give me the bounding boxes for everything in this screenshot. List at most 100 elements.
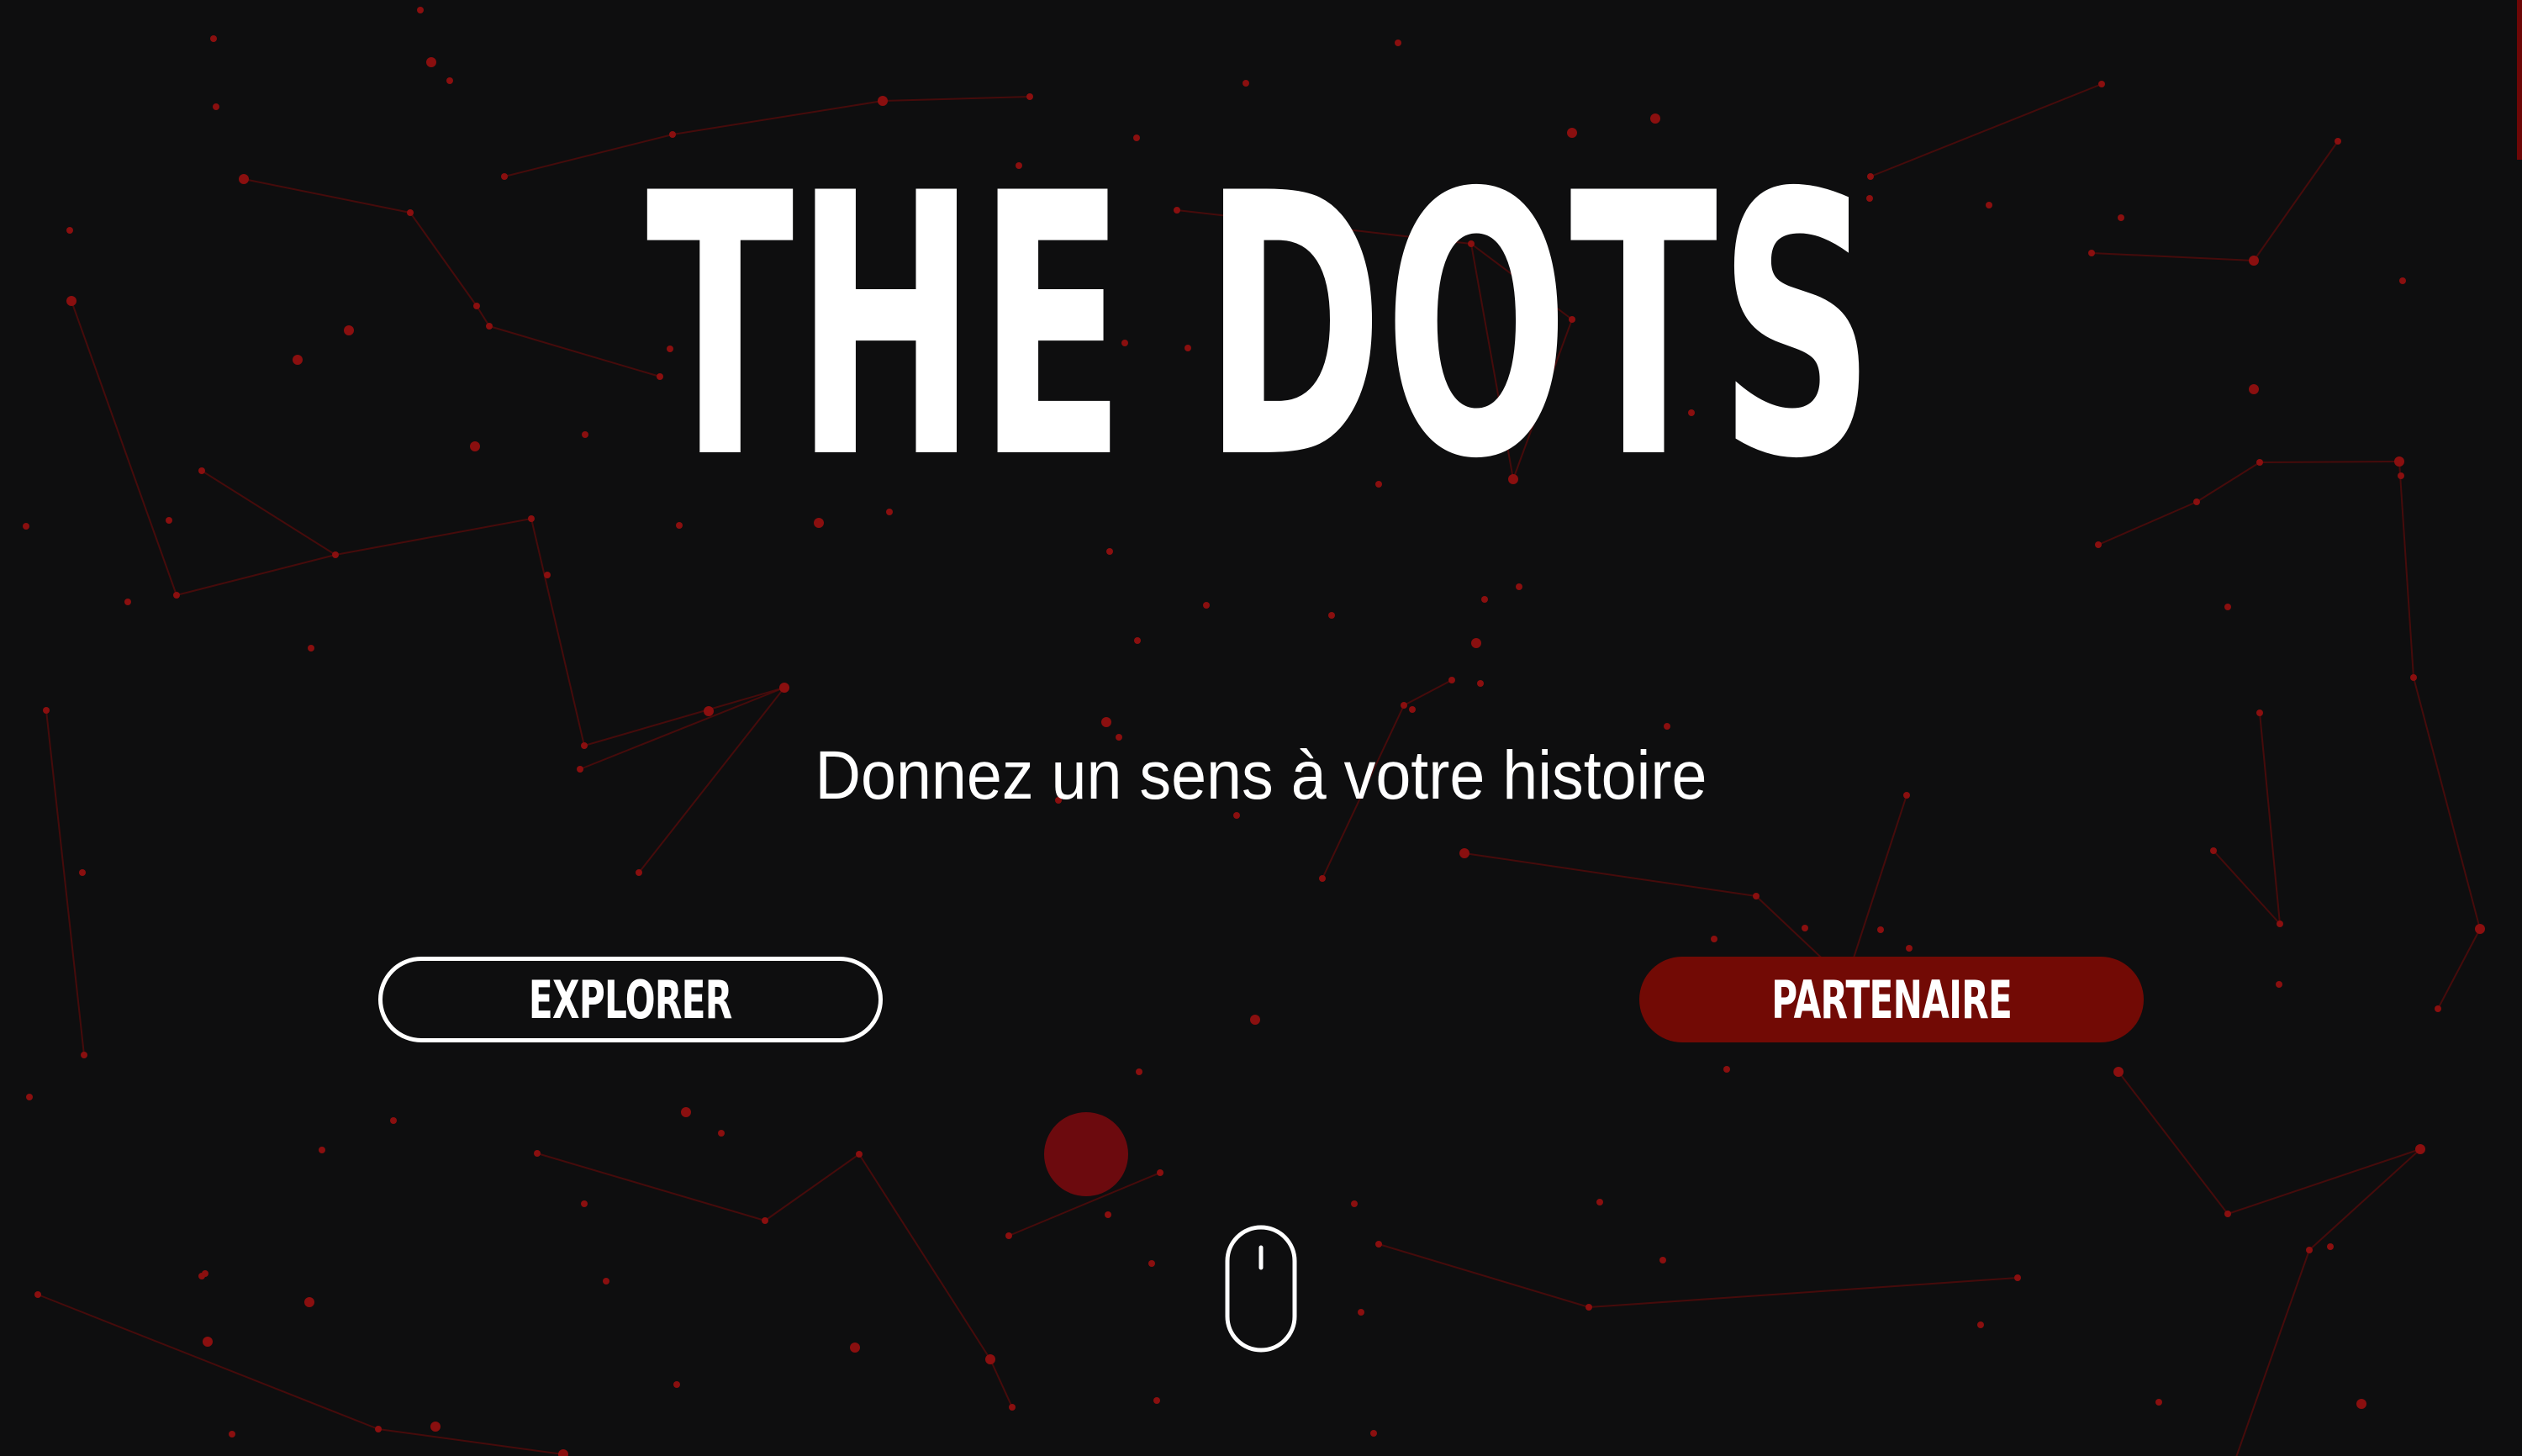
network-dot bbox=[1203, 602, 1210, 609]
network-dot bbox=[26, 1094, 33, 1100]
network-dot bbox=[2210, 847, 2217, 854]
network-dot bbox=[1802, 925, 1808, 931]
network-dot bbox=[1711, 936, 1717, 942]
network-dot bbox=[203, 1337, 213, 1347]
network-dot bbox=[2224, 1211, 2231, 1217]
network-dot bbox=[1516, 583, 1522, 590]
page-title: THE DOTS bbox=[646, 118, 1876, 538]
network-link bbox=[2253, 140, 2339, 261]
network-dot bbox=[544, 572, 551, 578]
network-dot bbox=[173, 592, 180, 599]
network-dot bbox=[2435, 1005, 2441, 1012]
network-link bbox=[2308, 1148, 2421, 1251]
network-dot bbox=[417, 7, 424, 13]
network-link bbox=[989, 1358, 1013, 1408]
network-dot bbox=[2256, 710, 2263, 716]
network-dot bbox=[1877, 926, 1884, 933]
network-dot bbox=[856, 1151, 863, 1158]
network-dot bbox=[23, 523, 29, 530]
partner-button[interactable]: PARTENAIRE bbox=[1639, 957, 2144, 1042]
network-dot bbox=[1105, 1211, 1111, 1218]
network-dot bbox=[1977, 1321, 1984, 1328]
cursor-follower-dot bbox=[1044, 1112, 1128, 1196]
network-link bbox=[377, 1428, 564, 1455]
network-dot bbox=[1375, 1241, 1382, 1248]
network-link bbox=[476, 305, 490, 327]
network-dot bbox=[558, 1449, 568, 1456]
network-dot bbox=[1106, 548, 1113, 555]
network-dot bbox=[2394, 456, 2404, 467]
network-dot bbox=[1596, 1199, 1603, 1205]
mouse-scroll-icon[interactable] bbox=[1224, 1224, 1298, 1353]
network-dot bbox=[79, 869, 86, 876]
network-dot bbox=[1659, 1257, 1666, 1263]
network-dot bbox=[2306, 1247, 2313, 1253]
network-dot bbox=[304, 1297, 314, 1307]
network-dot bbox=[2014, 1274, 2021, 1281]
network-dot bbox=[1005, 1232, 1012, 1239]
network-dot bbox=[1753, 893, 1760, 899]
network-dot bbox=[2155, 1399, 2162, 1406]
tagline: Donnez un sens à votre histoire bbox=[815, 737, 1707, 814]
network-link bbox=[409, 212, 477, 307]
network-dot bbox=[1477, 680, 1484, 687]
network-link bbox=[2437, 928, 2481, 1010]
network-dot bbox=[581, 1200, 588, 1207]
network-link bbox=[243, 178, 411, 214]
network-dot bbox=[1409, 706, 1416, 713]
network-dot bbox=[1243, 80, 1249, 87]
network-dot bbox=[1136, 1068, 1142, 1075]
network-dot bbox=[2113, 1067, 2124, 1077]
network-dot bbox=[229, 1431, 235, 1438]
network-dot bbox=[198, 1273, 205, 1279]
network-dot bbox=[1328, 612, 1335, 619]
network-link bbox=[2118, 1071, 2229, 1215]
network-dot bbox=[473, 303, 480, 309]
network-dot bbox=[66, 227, 73, 234]
network-dot bbox=[1459, 848, 1469, 858]
network-dot bbox=[762, 1217, 768, 1224]
network-dot bbox=[673, 1381, 680, 1388]
network-link bbox=[2213, 850, 2281, 925]
network-link bbox=[176, 554, 336, 596]
network-dot bbox=[1585, 1304, 1592, 1311]
network-dot bbox=[1157, 1169, 1163, 1176]
network-dot bbox=[332, 551, 339, 558]
network-dot bbox=[2118, 214, 2124, 221]
network-dot bbox=[2249, 384, 2259, 394]
network-dot bbox=[344, 325, 354, 335]
network-link bbox=[764, 1153, 860, 1221]
network-dot bbox=[718, 1130, 725, 1137]
network-dot bbox=[426, 57, 436, 67]
network-dot bbox=[1471, 638, 1481, 648]
network-link bbox=[882, 96, 1031, 102]
network-dot bbox=[2398, 472, 2404, 479]
network-dot bbox=[34, 1291, 41, 1298]
network-dot bbox=[407, 209, 414, 216]
network-dot bbox=[43, 707, 50, 714]
network-dot bbox=[124, 599, 131, 605]
network-link bbox=[2196, 462, 2261, 503]
network-link bbox=[2097, 501, 2198, 546]
network-dot bbox=[1395, 40, 1401, 46]
explore-button[interactable]: EXPLORER bbox=[378, 957, 883, 1042]
network-dot bbox=[2399, 277, 2406, 284]
network-dot bbox=[293, 355, 303, 365]
network-link bbox=[1845, 794, 1907, 982]
network-link bbox=[1378, 1243, 1590, 1308]
network-dot bbox=[446, 77, 453, 84]
network-dot bbox=[603, 1278, 609, 1285]
network-dot bbox=[375, 1426, 382, 1432]
network-link bbox=[71, 300, 177, 596]
network-dot bbox=[198, 467, 205, 474]
network-dot bbox=[1026, 93, 1033, 100]
network-dot bbox=[430, 1422, 441, 1432]
network-link bbox=[1464, 852, 1757, 897]
network-dot bbox=[1664, 723, 1670, 730]
network-dot bbox=[213, 103, 219, 110]
network-link bbox=[2398, 461, 2414, 678]
scrollbar-thumb[interactable] bbox=[2517, 0, 2522, 160]
explore-button-label: EXPLORER bbox=[529, 968, 732, 1031]
network-dot bbox=[1351, 1200, 1358, 1207]
network-dot bbox=[985, 1354, 995, 1364]
